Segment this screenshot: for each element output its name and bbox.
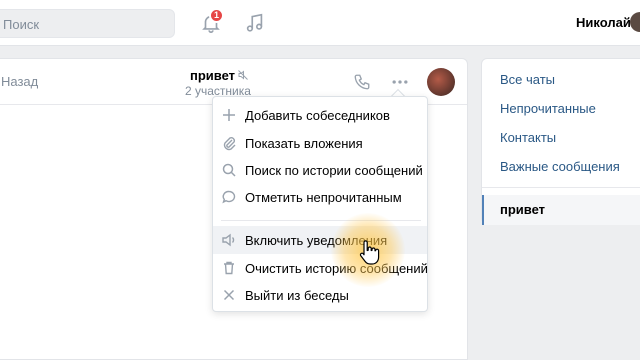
menu-item-clear-history[interactable]: Очистить историю сообщений bbox=[213, 254, 428, 282]
back-button[interactable]: Назад bbox=[1, 74, 38, 89]
music-icon[interactable] bbox=[244, 12, 266, 34]
folder-all-chats[interactable]: Все чаты bbox=[500, 72, 555, 87]
user-name[interactable]: Николай bbox=[576, 15, 631, 30]
panel-divider bbox=[482, 187, 640, 188]
chat-actions-menu: Добавить собеседников Показать вложения … bbox=[212, 96, 428, 312]
menu-item-label: Выйти из беседы bbox=[245, 288, 349, 303]
folder-contacts[interactable]: Контакты bbox=[500, 130, 556, 145]
search-placeholder: Поиск bbox=[3, 17, 40, 32]
trash-icon bbox=[224, 261, 234, 275]
plus-icon bbox=[223, 109, 235, 121]
menu-item-label: Отметить непрочитанным bbox=[245, 190, 402, 205]
menu-item-enable-notifications[interactable]: Включить уведомления bbox=[213, 226, 427, 254]
hand-pointer-icon bbox=[359, 240, 380, 265]
menu-item-add-members[interactable]: Добавить собеседников bbox=[213, 101, 427, 129]
speech-bubble-icon bbox=[222, 190, 236, 204]
menu-item-leave-chat[interactable]: Выйти из беседы bbox=[213, 281, 427, 309]
folder-unread[interactable]: Непрочитанные bbox=[500, 101, 596, 116]
user-avatar[interactable] bbox=[630, 12, 640, 32]
more-icon[interactable] bbox=[390, 73, 410, 91]
search-input[interactable]: Поиск bbox=[0, 9, 175, 38]
menu-item-label: Добавить собеседников bbox=[245, 108, 390, 123]
chat-avatar[interactable] bbox=[427, 68, 455, 96]
chat-folders-panel: Все чаты Непрочитанные Контакты Важные с… bbox=[481, 58, 640, 225]
menu-item-search-history[interactable]: Поиск по истории сообщений bbox=[213, 156, 427, 184]
menu-divider bbox=[221, 220, 421, 221]
menu-item-show-attachments[interactable]: Показать вложения bbox=[213, 129, 427, 157]
top-bar: Поиск 1 Николай bbox=[0, 0, 640, 46]
muted-icon bbox=[238, 70, 248, 80]
chat-title[interactable]: привет bbox=[190, 68, 235, 83]
search-icon bbox=[222, 163, 236, 177]
menu-item-mark-unread[interactable]: Отметить непрочитанным bbox=[213, 183, 427, 211]
menu-item-label: Поиск по истории сообщений bbox=[245, 163, 423, 178]
active-chat-label: привет bbox=[500, 202, 546, 217]
menu-item-label: Очистить историю сообщений bbox=[245, 261, 428, 276]
notification-badge: 1 bbox=[209, 8, 224, 23]
active-chat-item[interactable]: привет bbox=[482, 195, 640, 225]
folder-important[interactable]: Важные сообщения bbox=[500, 159, 620, 174]
phone-icon[interactable] bbox=[353, 73, 371, 91]
menu-item-label: Показать вложения bbox=[245, 136, 363, 151]
paperclip-icon bbox=[223, 137, 236, 151]
speaker-icon bbox=[222, 233, 235, 247]
close-icon bbox=[223, 289, 235, 301]
